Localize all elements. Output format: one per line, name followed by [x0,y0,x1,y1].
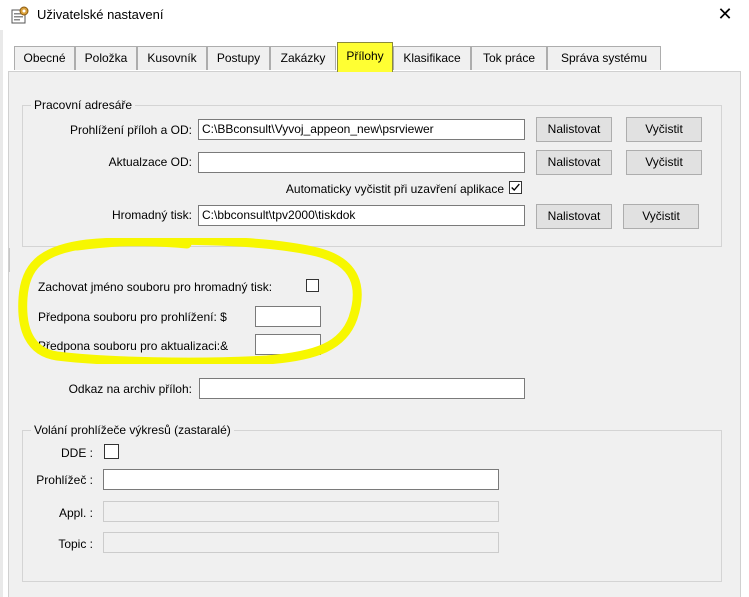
highlight-marker [18,238,362,364]
bulk-print-label: Hromadný tisk: [111,208,192,222]
viewer-input[interactable] [103,469,499,490]
viewer-label: Prohlížeč : [36,473,93,487]
tab-tok-prace[interactable]: Tok práce [471,46,547,70]
update-dir-clear-button[interactable]: Vyčistit [626,150,702,175]
auto-clear-checkbox[interactable] [509,181,522,194]
tab-kusovnik[interactable]: Kusovník [137,46,207,70]
view-dir-label: Prohlížení příloh a OD: [69,123,192,137]
tab-klasifikace[interactable]: Klasifikace [393,46,471,70]
title-bar: Uživatelské nastavení ✕ [0,0,749,30]
view-dir-clear-button[interactable]: Vyčistit [626,117,702,142]
checkmark-icon [511,183,520,192]
archive-label: Odkaz na archiv příloh: [68,382,192,396]
appl-label: Appl. : [58,506,93,520]
update-dir-label: Aktualzace OD: [108,155,192,169]
tab-obecne[interactable]: Obecné [14,46,75,70]
window-left-edge [0,30,3,597]
bulk-print-input[interactable]: C:\bbconsult\tpv2000\tiskdok [198,205,525,226]
update-dir-input[interactable] [198,152,525,173]
settings-app-icon [11,6,29,24]
appl-input [103,501,499,522]
work-dirs-title: Pracovní adresáře [31,98,136,112]
tab-zakazky[interactable]: Zakázky [270,46,336,70]
topic-label: Topic : [58,537,93,551]
dde-checkbox[interactable] [104,444,119,459]
window-title: Uživatelské nastavení [37,7,164,22]
archive-input[interactable] [199,378,525,399]
update-dir-browse-button[interactable]: Nalistovat [536,150,612,175]
view-dir-browse-button[interactable]: Nalistovat [536,117,612,142]
tab-polozka[interactable]: Položka [75,46,137,70]
auto-clear-label: Automaticky vyčistit při uzavření aplika… [285,182,504,196]
tab-postupy[interactable]: Postupy [207,46,270,70]
tab-sprava-systemu[interactable]: Správa systému [547,46,661,70]
dde-label: DDE : [60,446,93,460]
tab-prilohy[interactable]: Přílohy [337,42,393,72]
viewer-group-title: Volání prohlížeče výkresů (zastaralé) [31,423,234,437]
view-dir-input[interactable]: C:\BBconsult\Vyvoj_appeon_new\psrviewer [198,119,525,140]
separator [9,248,10,272]
bulk-print-clear-button[interactable]: Vyčistit [623,204,699,229]
topic-input [103,532,499,553]
bulk-print-browse-button[interactable]: Nalistovat [536,204,612,229]
close-icon[interactable]: ✕ [712,2,738,26]
